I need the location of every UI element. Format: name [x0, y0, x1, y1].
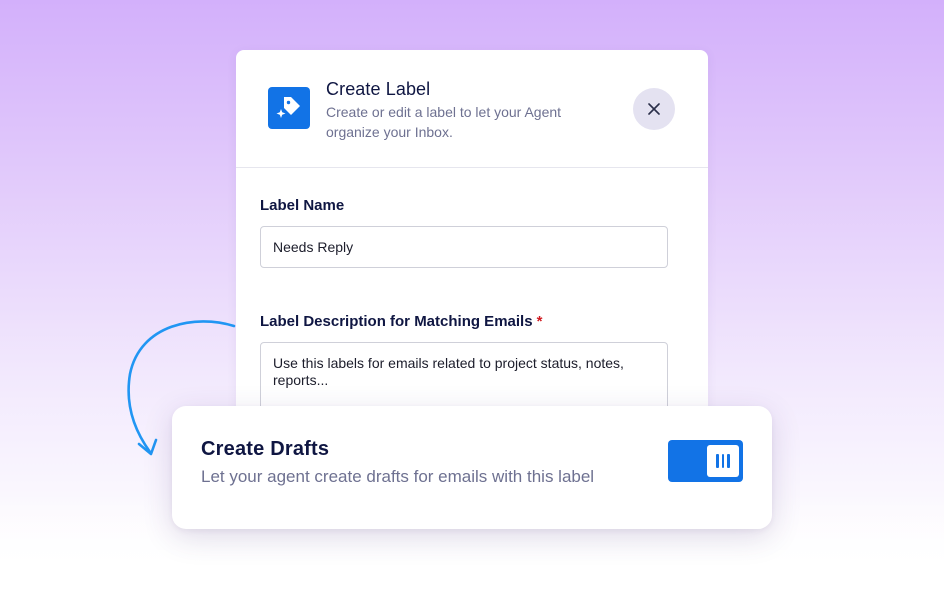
label-name-title: Label Name — [260, 197, 344, 214]
create-label-dialog: Create Label Create or edit a label to l… — [236, 50, 708, 422]
close-icon — [648, 103, 660, 115]
create-drafts-toggle[interactable] — [668, 440, 743, 482]
label-name-input[interactable]: Needs Reply — [260, 226, 668, 268]
grip-line — [727, 454, 730, 468]
required-marker: * — [536, 313, 543, 330]
dialog-header: Create Label Create or edit a label to l… — [236, 50, 708, 168]
grip-line — [721, 454, 725, 468]
label-description-value: Use this labels for emails related to pr… — [273, 355, 624, 388]
label-name-title-text: Label Name — [260, 197, 345, 214]
create-drafts-title: Create Drafts — [201, 438, 330, 460]
dialog-subtitle: Create or edit a label to let your Agent… — [326, 104, 562, 140]
label-description-title: Label Description for Matching Emails * — [260, 313, 542, 330]
close-button[interactable] — [633, 88, 675, 130]
label-tag-icon — [268, 87, 310, 129]
toggle-knob — [707, 445, 739, 477]
create-drafts-card: Create Drafts Let your agent create draf… — [172, 406, 772, 529]
label-name-value: Needs Reply — [273, 239, 354, 255]
label-description-title-text: Label Description for Matching Emails — [260, 313, 533, 330]
dialog-title: Create Label — [326, 79, 431, 99]
create-drafts-subtitle: Let your agent create drafts for emails … — [201, 467, 595, 486]
grip-line — [716, 454, 719, 468]
